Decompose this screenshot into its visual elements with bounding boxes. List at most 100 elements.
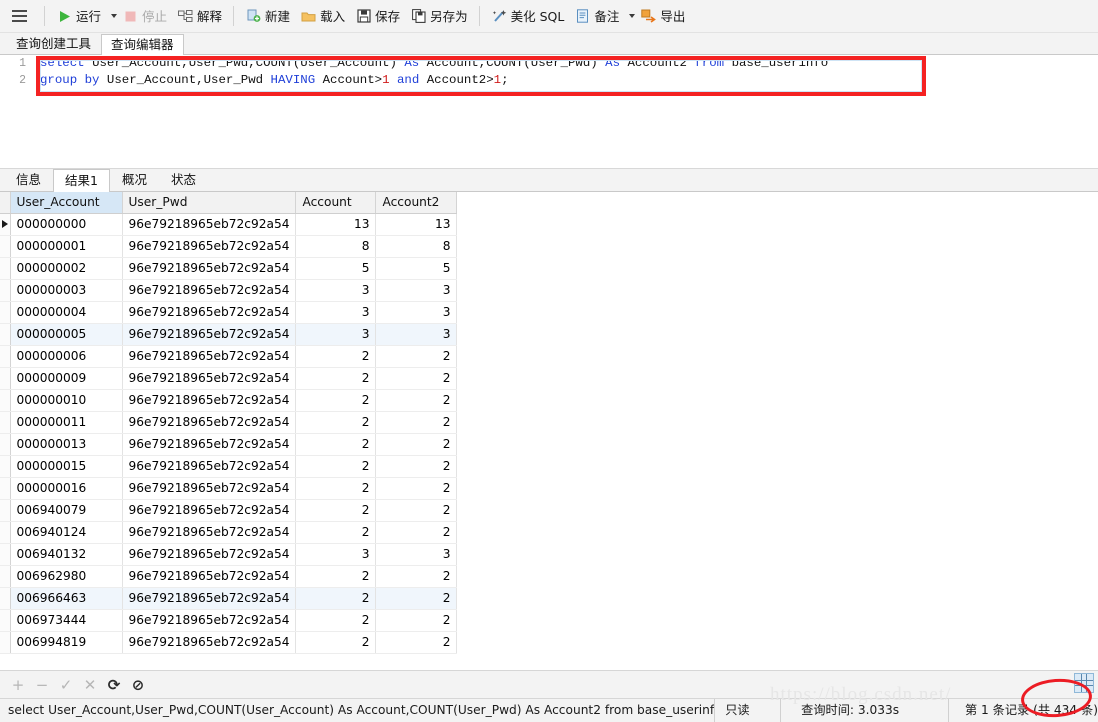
row-indicator-cell[interactable]	[0, 587, 11, 610]
cell-user-account[interactable]: 006966463	[10, 587, 123, 610]
row-indicator-cell[interactable]	[0, 433, 11, 456]
cell-user-pwd[interactable]: 96e79218965eb72c92a54	[122, 609, 297, 632]
table-row[interactable]: 006962980 96e79218965eb72c92a54 2 2	[0, 565, 458, 588]
cell-user-pwd[interactable]: 96e79218965eb72c92a54	[122, 477, 297, 500]
row-indicator-cell[interactable]	[0, 565, 11, 588]
row-indicator-cell[interactable]	[0, 367, 11, 390]
table-row[interactable]: 000000004 96e79218965eb72c92a54 3 3	[0, 301, 458, 324]
cell-account[interactable]: 2	[295, 345, 377, 368]
row-indicator-cell[interactable]	[0, 521, 11, 544]
cell-account[interactable]: 2	[295, 389, 377, 412]
cell-user-account[interactable]: 006994819	[10, 631, 123, 654]
result-grid[interactable]: User_Account User_Pwd Account Account2 0…	[0, 192, 1098, 670]
export-button[interactable]: 导出	[635, 3, 690, 29]
cell-user-account[interactable]: 000000001	[10, 235, 123, 258]
cell-user-account[interactable]: 000000010	[10, 389, 123, 412]
row-indicator-cell[interactable]	[0, 301, 11, 324]
row-indicator-cell[interactable]	[0, 543, 11, 566]
table-row[interactable]: 000000009 96e79218965eb72c92a54 2 2	[0, 367, 458, 390]
cell-user-pwd[interactable]: 96e79218965eb72c92a54	[122, 323, 297, 346]
cell-user-account[interactable]: 000000003	[10, 279, 123, 302]
cell-user-pwd[interactable]: 96e79218965eb72c92a54	[122, 565, 297, 588]
cancel-edit-button[interactable]: ✕	[78, 673, 102, 697]
cell-user-account[interactable]: 000000002	[10, 257, 123, 280]
table-row[interactable]: 006994819 96e79218965eb72c92a54 2 2	[0, 631, 458, 654]
cell-account2[interactable]: 3	[375, 279, 458, 302]
cell-user-account[interactable]: 000000006	[10, 345, 123, 368]
run-button[interactable]: 运行	[51, 3, 106, 29]
row-indicator-cell[interactable]	[0, 631, 11, 654]
cell-account[interactable]: 5	[295, 257, 377, 280]
cell-user-pwd[interactable]: 96e79218965eb72c92a54	[122, 235, 297, 258]
cell-account[interactable]: 3	[295, 543, 377, 566]
cell-account[interactable]: 2	[295, 521, 377, 544]
cell-account[interactable]: 2	[295, 565, 377, 588]
cell-user-account[interactable]: 000000013	[10, 433, 123, 456]
table-row[interactable]: 000000003 96e79218965eb72c92a54 3 3	[0, 279, 458, 302]
cell-account2[interactable]: 2	[375, 587, 458, 610]
cell-user-pwd[interactable]: 96e79218965eb72c92a54	[122, 279, 297, 302]
cell-account[interactable]: 2	[295, 411, 377, 434]
cell-user-account[interactable]: 006973444	[10, 609, 123, 632]
row-indicator-cell[interactable]	[0, 609, 11, 632]
table-row[interactable]: 000000010 96e79218965eb72c92a54 2 2	[0, 389, 458, 412]
stop-loading-button[interactable]: ⊘	[126, 673, 150, 697]
table-row[interactable]: 000000016 96e79218965eb72c92a54 2 2	[0, 477, 458, 500]
row-indicator-cell[interactable]	[0, 213, 11, 236]
delete-record-button[interactable]: −	[30, 673, 54, 697]
table-row[interactable]: 000000001 96e79218965eb72c92a54 8 8	[0, 235, 458, 258]
cell-user-account[interactable]: 006940079	[10, 499, 123, 522]
cell-account2[interactable]: 2	[375, 411, 458, 434]
tab-info[interactable]: 信息	[4, 168, 53, 191]
cell-account2[interactable]: 2	[375, 433, 458, 456]
table-row[interactable]: 000000011 96e79218965eb72c92a54 2 2	[0, 411, 458, 434]
cell-account2[interactable]: 8	[375, 235, 458, 258]
cell-user-account[interactable]: 006940132	[10, 543, 123, 566]
row-indicator-cell[interactable]	[0, 345, 11, 368]
cell-user-pwd[interactable]: 96e79218965eb72c92a54	[122, 455, 297, 478]
column-header-user-pwd[interactable]: User_Pwd	[122, 192, 297, 214]
table-row[interactable]: 006973444 96e79218965eb72c92a54 2 2	[0, 609, 458, 632]
tab-profile[interactable]: 概况	[110, 168, 159, 191]
tab-query-builder[interactable]: 查询创建工具	[6, 33, 101, 54]
cell-account[interactable]: 3	[295, 323, 377, 346]
cell-account[interactable]: 2	[295, 609, 377, 632]
add-record-button[interactable]: +	[6, 673, 30, 697]
table-row[interactable]: 006940132 96e79218965eb72c92a54 3 3	[0, 543, 458, 566]
cell-account[interactable]: 13	[295, 213, 377, 236]
cell-user-pwd[interactable]: 96e79218965eb72c92a54	[122, 587, 297, 610]
cell-user-account[interactable]: 000000016	[10, 477, 123, 500]
cell-user-account[interactable]: 000000004	[10, 301, 123, 324]
row-indicator-cell[interactable]	[0, 455, 11, 478]
cell-account[interactable]: 2	[295, 499, 377, 522]
cell-user-pwd[interactable]: 96e79218965eb72c92a54	[122, 631, 297, 654]
save-button[interactable]: 保存	[350, 3, 405, 29]
cell-account2[interactable]: 2	[375, 477, 458, 500]
row-indicator-cell[interactable]	[0, 389, 11, 412]
row-indicator-cell[interactable]	[0, 411, 11, 434]
cell-account2[interactable]: 2	[375, 499, 458, 522]
cell-account[interactable]: 2	[295, 477, 377, 500]
stop-button[interactable]: 停止	[117, 3, 172, 29]
row-indicator-cell[interactable]	[0, 279, 11, 302]
cell-account2[interactable]: 2	[375, 367, 458, 390]
table-row[interactable]: 000000005 96e79218965eb72c92a54 3 3	[0, 323, 458, 346]
cell-account[interactable]: 8	[295, 235, 377, 258]
confirm-edit-button[interactable]: ✓	[54, 673, 78, 697]
table-row[interactable]: 006966463 96e79218965eb72c92a54 2 2	[0, 587, 458, 610]
row-indicator-cell[interactable]	[0, 477, 11, 500]
grid-view-icon[interactable]	[1074, 673, 1094, 693]
explain-button[interactable]: 解释	[172, 3, 227, 29]
cell-user-pwd[interactable]: 96e79218965eb72c92a54	[122, 367, 297, 390]
cell-user-pwd[interactable]: 96e79218965eb72c92a54	[122, 257, 297, 280]
cell-account[interactable]: 3	[295, 279, 377, 302]
cell-user-pwd[interactable]: 96e79218965eb72c92a54	[122, 521, 297, 544]
cell-account2[interactable]: 3	[375, 543, 458, 566]
cell-user-account[interactable]: 000000011	[10, 411, 123, 434]
cell-user-account[interactable]: 000000005	[10, 323, 123, 346]
cell-account2[interactable]: 2	[375, 631, 458, 654]
table-row[interactable]: 000000002 96e79218965eb72c92a54 5 5	[0, 257, 458, 280]
note-button[interactable]: 备注	[569, 3, 624, 29]
cell-user-pwd[interactable]: 96e79218965eb72c92a54	[122, 301, 297, 324]
tab-status[interactable]: 状态	[159, 168, 208, 191]
